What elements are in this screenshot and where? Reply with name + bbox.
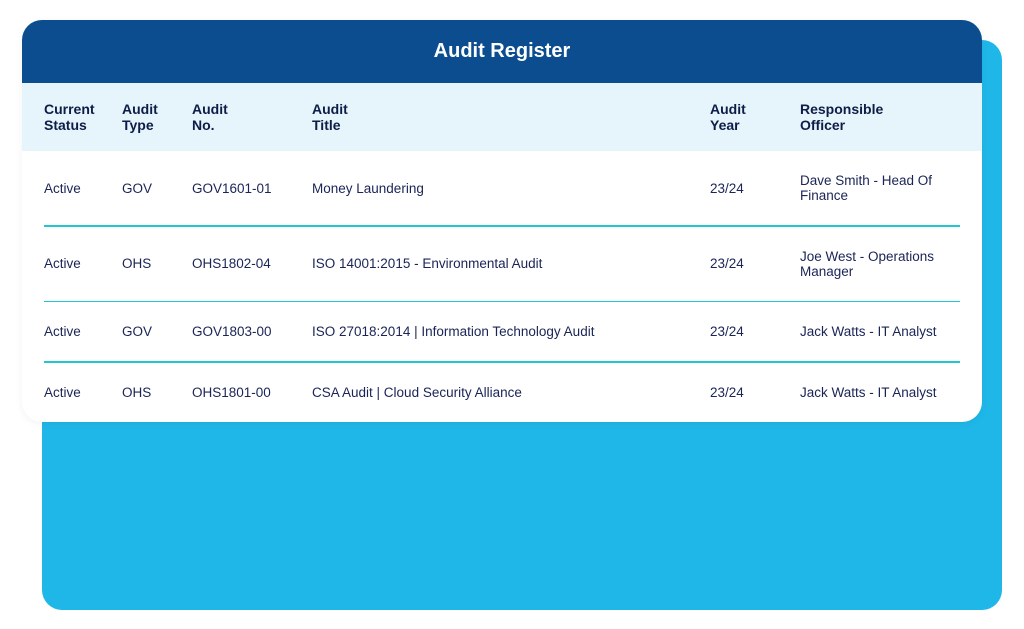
- cell-status: Active: [44, 181, 122, 196]
- cell-status: Active: [44, 256, 122, 271]
- cell-no: OHS1801-00: [192, 385, 312, 400]
- audit-register-card: Audit Register Current Status Audit Type…: [22, 20, 982, 422]
- cell-no: GOV1601-01: [192, 181, 312, 196]
- cell-officer: Joe West - Operations Manager: [800, 249, 960, 279]
- table-row[interactable]: Active GOV GOV1601-01 Money Laundering 2…: [22, 151, 982, 225]
- col-header-status[interactable]: Current Status: [44, 101, 122, 133]
- cell-year: 23/24: [710, 324, 800, 339]
- cell-title: ISO 27018:2014 | Information Technology …: [312, 324, 710, 339]
- cell-title: Money Laundering: [312, 181, 710, 196]
- page-title: Audit Register: [22, 20, 982, 83]
- cell-year: 23/24: [710, 256, 800, 271]
- cell-year: 23/24: [710, 385, 800, 400]
- col-header-title[interactable]: Audit Title: [312, 101, 710, 133]
- cell-officer: Dave Smith - Head Of Finance: [800, 173, 960, 203]
- cell-no: GOV1803-00: [192, 324, 312, 339]
- cell-type: GOV: [122, 181, 192, 196]
- cell-officer: Jack Watts - IT Analyst: [800, 324, 960, 339]
- cell-status: Active: [44, 324, 122, 339]
- cell-status: Active: [44, 385, 122, 400]
- table-header-row: Current Status Audit Type Audit No. Audi…: [22, 83, 982, 151]
- cell-year: 23/24: [710, 181, 800, 196]
- col-header-no[interactable]: Audit No.: [192, 101, 312, 133]
- table-row[interactable]: Active GOV GOV1803-00 ISO 27018:2014 | I…: [22, 302, 982, 361]
- table-row[interactable]: Active OHS OHS1802-04 ISO 14001:2015 - E…: [22, 227, 982, 301]
- cell-title: ISO 14001:2015 - Environmental Audit: [312, 256, 710, 271]
- cell-type: OHS: [122, 385, 192, 400]
- table-row[interactable]: Active OHS OHS1801-00 CSA Audit | Cloud …: [22, 363, 982, 422]
- col-header-year[interactable]: Audit Year: [710, 101, 800, 133]
- cell-no: OHS1802-04: [192, 256, 312, 271]
- cell-type: OHS: [122, 256, 192, 271]
- cell-type: GOV: [122, 324, 192, 339]
- col-header-officer[interactable]: Responsible Officer: [800, 101, 960, 133]
- cell-officer: Jack Watts - IT Analyst: [800, 385, 960, 400]
- col-header-type[interactable]: Audit Type: [122, 101, 192, 133]
- cell-title: CSA Audit | Cloud Security Alliance: [312, 385, 710, 400]
